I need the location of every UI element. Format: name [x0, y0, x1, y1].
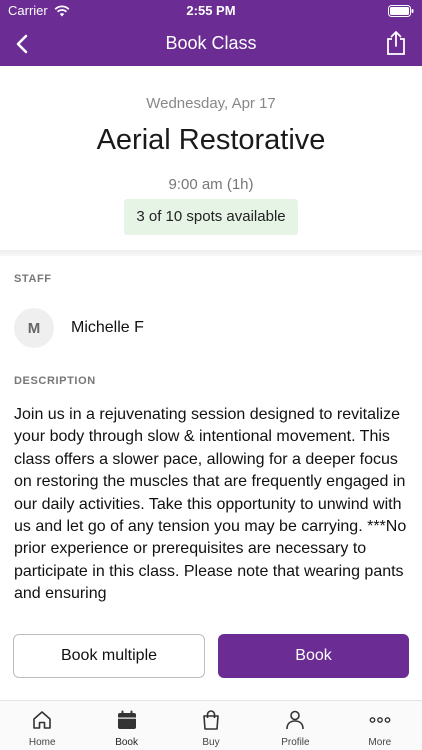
tab-more[interactable]: More: [338, 701, 422, 750]
shopping-bag-icon: [203, 710, 219, 730]
class-header: Wednesday, Apr 17 Aerial Restorative 9:0…: [0, 66, 422, 250]
class-date: Wednesday, Apr 17: [146, 95, 276, 112]
nav-bar: Book Class: [0, 22, 422, 66]
class-description: Join us in a rejuvenating session design…: [14, 406, 407, 603]
page-title: Book Class: [165, 33, 257, 53]
tab-profile[interactable]: Profile: [253, 701, 337, 750]
share-icon: [387, 31, 405, 55]
staff-row[interactable]: M Michelle F: [14, 308, 408, 348]
status-bar: Carrier 2:55 PM: [0, 0, 422, 22]
book-multiple-button[interactable]: Book multiple: [13, 634, 205, 678]
tab-label: Home: [28, 737, 56, 748]
tab-label: Book: [115, 737, 138, 748]
more-dots-icon: [369, 717, 391, 723]
staff-section-label: STAFF: [14, 273, 52, 285]
tab-buy[interactable]: Buy: [169, 701, 253, 750]
clock: 2:55 PM: [186, 3, 236, 18]
class-time: 9:00 am (1h): [168, 176, 254, 193]
action-bar: Book multiple Book: [0, 625, 422, 690]
book-button[interactable]: Book: [218, 634, 409, 678]
tab-home[interactable]: Home: [0, 701, 84, 750]
share-button[interactable]: [382, 28, 410, 58]
staff-name: Michelle F: [71, 319, 144, 336]
person-icon: [286, 710, 305, 730]
tab-bar: Home Book Buy Profile More: [0, 700, 422, 750]
tab-book[interactable]: Book: [84, 701, 168, 750]
calendar-icon: [117, 710, 136, 729]
tab-label: Buy: [202, 737, 220, 748]
availability-badge: 3 of 10 spots available: [124, 199, 298, 235]
description-section-label: DESCRIPTION: [14, 375, 96, 387]
battery-icon: [388, 5, 414, 17]
tab-label: Profile: [281, 737, 310, 748]
home-icon: [33, 711, 52, 729]
class-name: Aerial Restorative: [96, 124, 326, 156]
avatar: M: [14, 308, 54, 348]
tab-label: More: [368, 737, 392, 748]
section-divider: [0, 250, 422, 256]
